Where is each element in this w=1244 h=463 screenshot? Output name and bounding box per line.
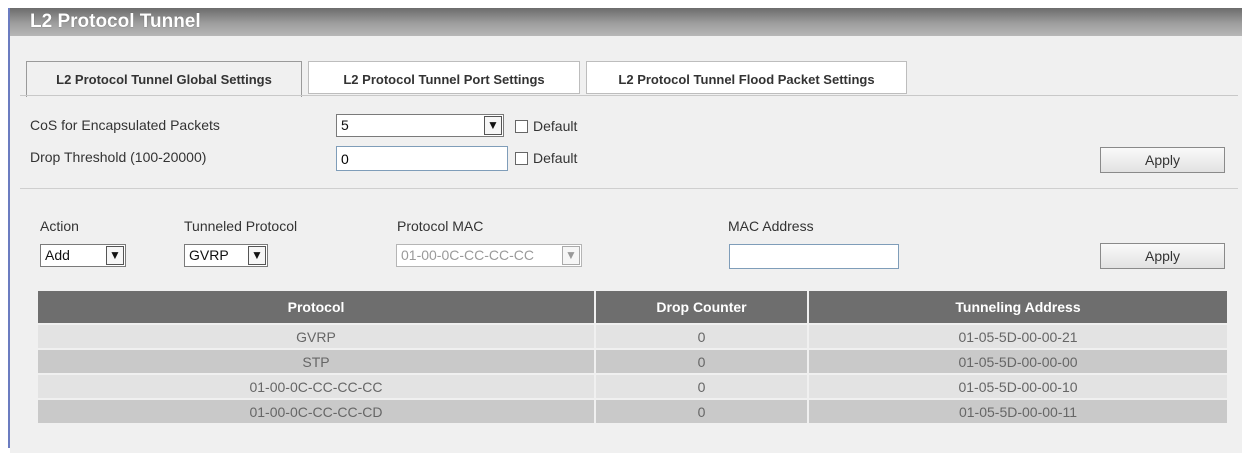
content-panel: L2 Protocol Tunnel L2 Protocol Tunnel Gl… [10, 8, 1242, 453]
protocol-mac-value: 01-00-0C-CC-CC-CC [401, 247, 535, 263]
cell-tunneling-address: 01-05-5D-00-00-11 [809, 398, 1227, 423]
cell-tunneling-address: 01-05-5D-00-00-21 [809, 323, 1227, 348]
chevron-down-icon: ▼ [484, 116, 502, 135]
column-header-tunneling-address: Tunneling Address [809, 291, 1227, 323]
page-title: L2 Protocol Tunnel [30, 11, 201, 32]
chevron-down-icon: ▼ [106, 246, 124, 265]
cell-drop-counter: 0 [596, 323, 809, 348]
page-title-bar: L2 Protocol Tunnel [10, 8, 1242, 36]
action-label: Action [40, 218, 79, 234]
cell-protocol: 01-00-0C-CC-CC-CD [38, 398, 596, 423]
drop-threshold-label: Drop Threshold (100-20000) [30, 149, 207, 165]
cell-drop-counter: 0 [596, 373, 809, 398]
add-apply-button[interactable]: Apply [1100, 243, 1225, 269]
cell-drop-counter: 0 [596, 398, 809, 423]
mac-address-input[interactable] [729, 244, 899, 269]
tab-flood-packet-settings[interactable]: L2 Protocol Tunnel Flood Packet Settings [586, 61, 907, 94]
cos-default-label: Default [533, 118, 578, 134]
protocol-mac-select[interactable]: 01-00-0C-CC-CC-CC ▼ [396, 244, 582, 267]
chevron-down-icon: ▼ [562, 246, 580, 265]
tab-underline [20, 95, 1238, 96]
cell-protocol: 01-00-0C-CC-CC-CC [38, 373, 596, 398]
tunneled-protocol-label: Tunneled Protocol [184, 218, 298, 234]
cell-tunneling-address: 01-05-5D-00-00-10 [809, 373, 1227, 398]
column-header-protocol: Protocol [38, 291, 596, 323]
global-apply-button[interactable]: Apply [1100, 147, 1225, 173]
tab-global-settings[interactable]: L2 Protocol Tunnel Global Settings [26, 61, 302, 97]
cos-select-value: 5 [341, 117, 349, 133]
protocol-tunnel-table: Protocol Drop Counter Tunneling Address … [38, 291, 1227, 423]
drop-threshold-input[interactable] [336, 146, 508, 171]
table-row: STP 0 01-05-5D-00-00-00 [38, 348, 1227, 373]
action-select-value: Add [45, 247, 70, 263]
chevron-down-icon: ▼ [248, 246, 266, 265]
mac-address-label: MAC Address [728, 218, 814, 234]
section-divider [20, 188, 1238, 189]
cos-default-checkbox[interactable] [515, 120, 528, 133]
cell-drop-counter: 0 [596, 348, 809, 373]
cell-tunneling-address: 01-05-5D-00-00-00 [809, 348, 1227, 373]
table-row: GVRP 0 01-05-5D-00-00-21 [38, 323, 1227, 348]
protocol-mac-label: Protocol MAC [397, 218, 484, 234]
cos-select[interactable]: 5 ▼ [336, 114, 504, 137]
tab-port-settings[interactable]: L2 Protocol Tunnel Port Settings [308, 61, 580, 94]
tunneled-protocol-select[interactable]: GVRP ▼ [184, 244, 268, 267]
action-select[interactable]: Add ▼ [40, 244, 126, 267]
tunneled-protocol-value: GVRP [189, 247, 229, 263]
cell-protocol: GVRP [38, 323, 596, 348]
drop-default-label: Default [533, 150, 578, 166]
table-header-row: Protocol Drop Counter Tunneling Address [38, 291, 1227, 323]
table-row: 01-00-0C-CC-CC-CC 0 01-05-5D-00-00-10 [38, 373, 1227, 398]
drop-default-checkbox[interactable] [515, 152, 528, 165]
column-header-drop-counter: Drop Counter [596, 291, 809, 323]
cell-protocol: STP [38, 348, 596, 373]
table-row: 01-00-0C-CC-CC-CD 0 01-05-5D-00-00-11 [38, 398, 1227, 423]
cos-label: CoS for Encapsulated Packets [30, 117, 220, 133]
